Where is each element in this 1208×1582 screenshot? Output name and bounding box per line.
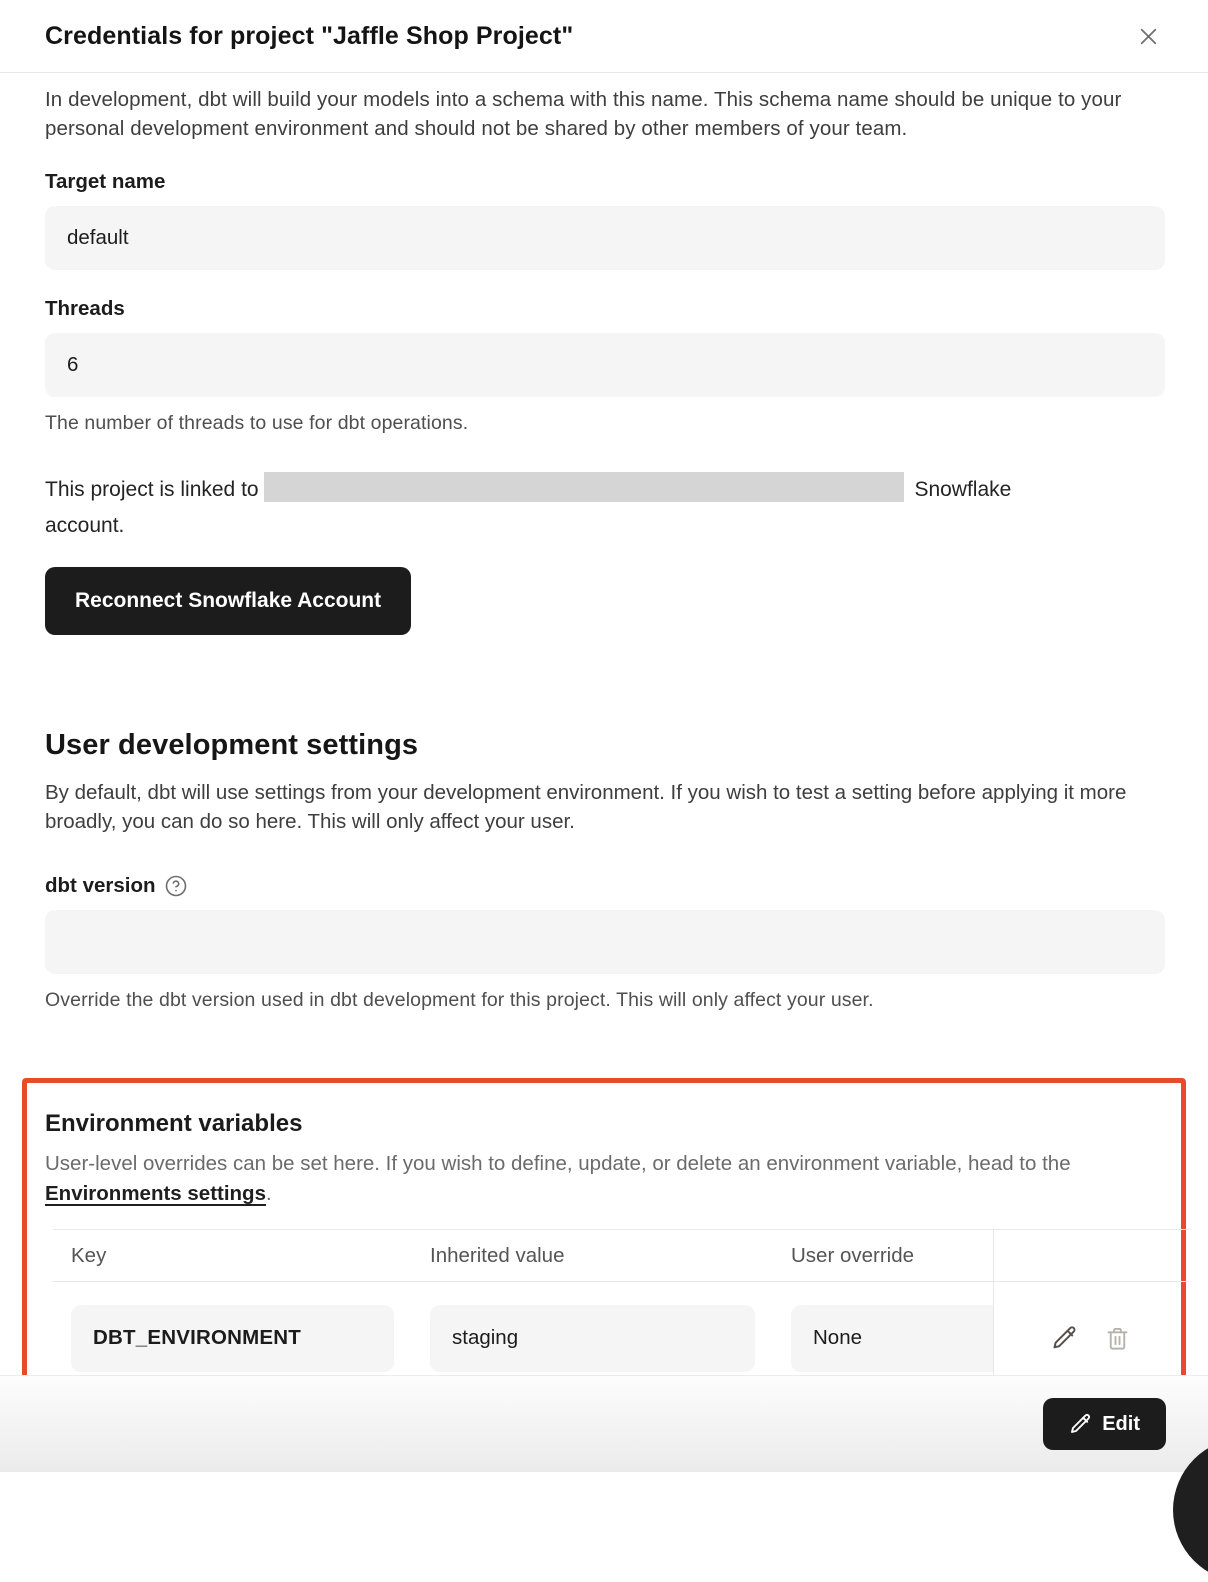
schema-description: In development, dbt will build your mode… xyxy=(45,85,1165,143)
env-var-user-override-value: None xyxy=(791,1305,993,1372)
dbt-version-input[interactable] xyxy=(45,910,1165,974)
env-var-key-value: DBT_ENVIRONMENT xyxy=(71,1305,394,1372)
delete-row-button[interactable] xyxy=(1104,1325,1131,1352)
env-description-period: . xyxy=(266,1182,272,1205)
user-dev-settings-description: By default, dbt will use settings from y… xyxy=(45,778,1165,836)
edit-pencil-icon xyxy=(1069,1412,1093,1436)
modal-header: Credentials for project "Jaffle Shop Pro… xyxy=(0,0,1208,73)
user-dev-settings-heading: User development settings xyxy=(45,729,1165,762)
snowflake-link-prefix: This project is linked to xyxy=(45,478,259,501)
environment-variables-heading: Environment variables xyxy=(45,1110,1181,1138)
snowflake-link-suffix: Snowflake xyxy=(914,478,1011,501)
close-button[interactable] xyxy=(1130,18,1166,54)
dbt-version-label: dbt version xyxy=(45,874,1165,898)
edit-button-label: Edit xyxy=(1102,1413,1140,1436)
close-icon xyxy=(1135,23,1162,50)
env-description-text: User-level overrides can be set here. If… xyxy=(45,1152,1071,1175)
edit-row-button[interactable] xyxy=(1051,1324,1079,1352)
column-header-key: Key xyxy=(53,1230,412,1282)
environment-variables-section: Environment variables User-level overrid… xyxy=(22,1078,1186,1413)
environments-settings-link[interactable]: Environments settings xyxy=(45,1182,266,1205)
target-name-label: Target name xyxy=(45,170,1165,194)
reconnect-snowflake-label: Reconnect Snowflake Account xyxy=(75,589,381,613)
pencil-icon xyxy=(1051,1324,1079,1352)
snowflake-link-text: This project is linked to Snowflake acco… xyxy=(45,472,1165,544)
threads-helper-text: The number of threads to use for dbt ope… xyxy=(45,412,1165,435)
column-header-actions xyxy=(993,1230,1189,1282)
env-var-inherited-value: staging xyxy=(430,1305,755,1372)
help-circle-icon[interactable] xyxy=(164,874,188,898)
modal-footer: Edit xyxy=(0,1375,1208,1472)
edit-button[interactable]: Edit xyxy=(1043,1398,1166,1450)
column-header-user-override: User override xyxy=(773,1230,993,1282)
trash-icon xyxy=(1104,1325,1131,1352)
modal-body: In development, dbt will build your mode… xyxy=(0,73,1208,1012)
target-name-input[interactable] xyxy=(45,206,1165,270)
modal-title: Credentials for project "Jaffle Shop Pro… xyxy=(45,22,573,51)
dbt-version-label-text: dbt version xyxy=(45,874,156,898)
environment-variables-table: Key Inherited value User override DBT_EN… xyxy=(53,1229,1189,1395)
threads-label: Threads xyxy=(45,297,1165,321)
column-header-inherited-value: Inherited value xyxy=(412,1230,773,1282)
dbt-version-helper-text: Override the dbt version used in dbt dev… xyxy=(45,989,1165,1012)
redacted-account-name xyxy=(264,472,904,502)
environment-variables-description: User-level overrides can be set here. If… xyxy=(45,1149,1163,1209)
reconnect-snowflake-button[interactable]: Reconnect Snowflake Account xyxy=(45,567,411,635)
snowflake-link-line2: account. xyxy=(45,508,1165,544)
table-header-row: Key Inherited value User override xyxy=(53,1230,1189,1282)
threads-input[interactable] xyxy=(45,333,1165,397)
